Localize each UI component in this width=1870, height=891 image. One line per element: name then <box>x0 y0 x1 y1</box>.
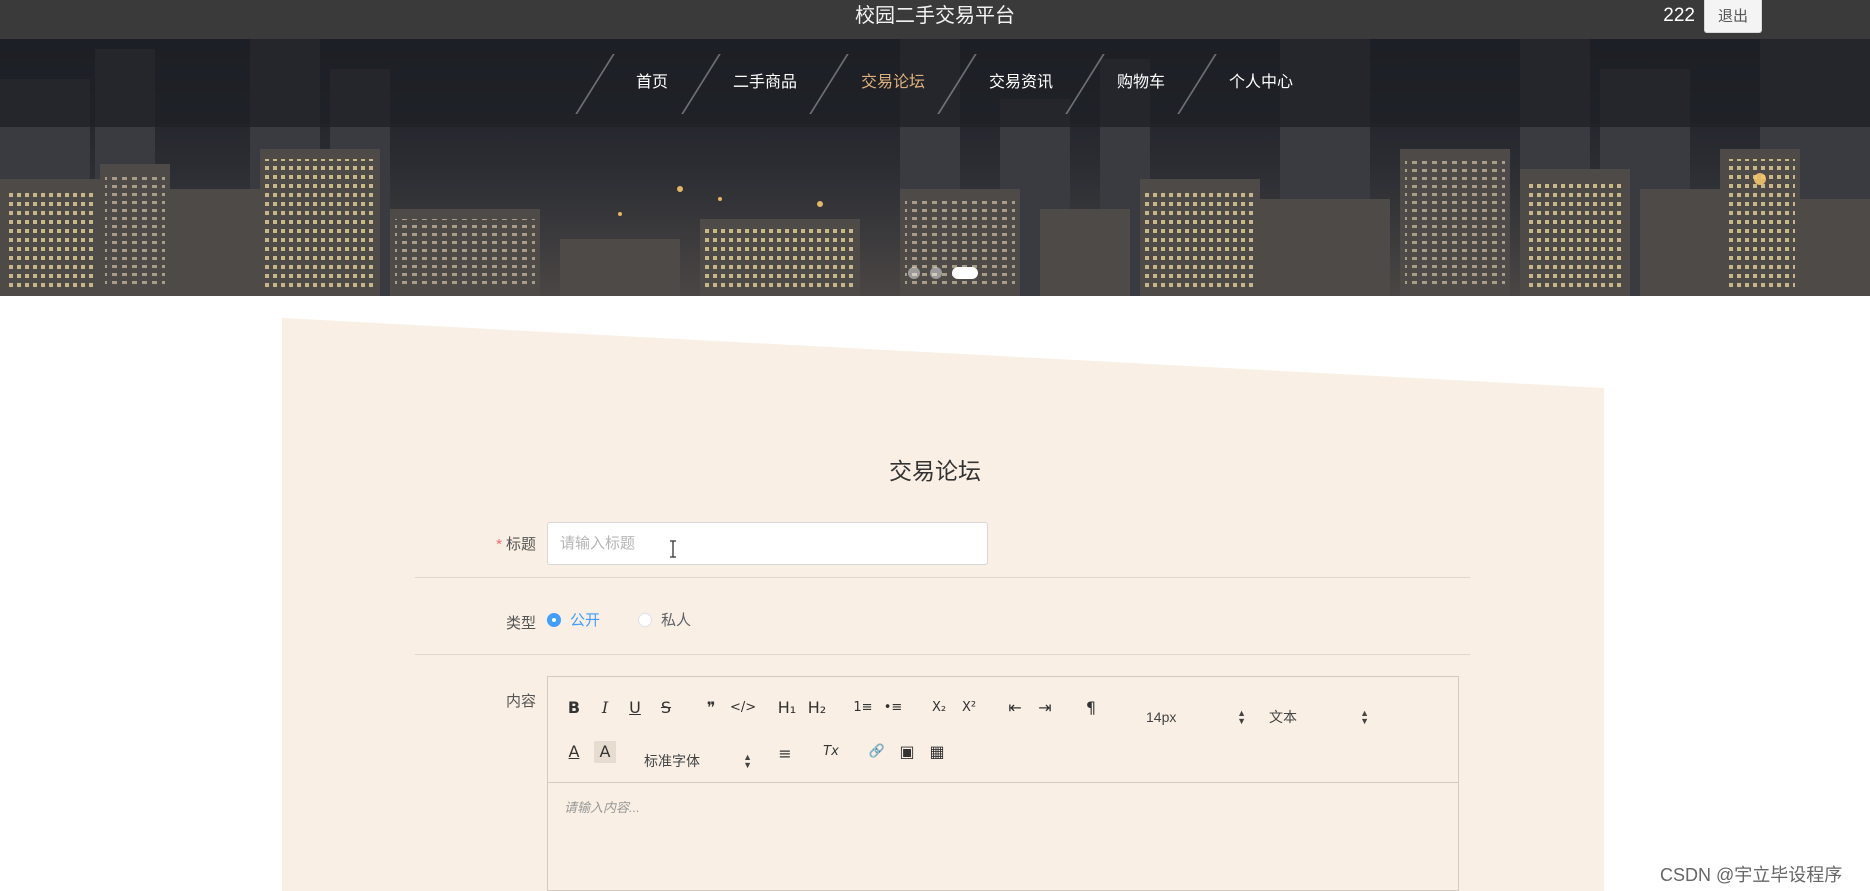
carousel-dot-3[interactable] <box>952 267 978 279</box>
video-icon[interactable]: ▦ <box>926 741 948 763</box>
rich-text-editor: B I U S ❞ </> H₁ H₂ 1≡ •≡ X₂ X² ⇤ ⇥ ¶ 14… <box>547 676 1459 891</box>
font-size-value: 14px <box>1146 709 1177 725</box>
nav-item-trading-news[interactable]: 交易资讯 <box>984 39 1058 127</box>
nav-divider <box>937 54 977 114</box>
indent-icon[interactable]: ⇥ <box>1034 697 1056 719</box>
nav-divider <box>575 54 615 114</box>
blockquote-icon[interactable]: ❞ <box>700 697 722 719</box>
heading-1-icon[interactable]: H₁ <box>776 697 798 719</box>
type-label: 类型 <box>505 615 536 632</box>
bullet-list-icon[interactable]: •≡ <box>882 697 904 719</box>
font-color-icon[interactable]: A <box>563 741 585 763</box>
radio-private[interactable]: 私人 <box>638 611 691 631</box>
underline-icon[interactable]: U <box>624 697 646 719</box>
nav-item-trading-forum[interactable]: 交易论坛 <box>856 39 930 127</box>
radio-public[interactable]: 公开 <box>547 611 600 631</box>
heading-2-icon[interactable]: H₂ <box>806 697 828 719</box>
title-input[interactable] <box>547 522 988 565</box>
background-color-icon[interactable]: A <box>594 741 616 763</box>
text-cursor-icon <box>670 540 676 558</box>
select-arrows-icon: ▲ ▼ <box>743 752 752 770</box>
nav-divider <box>1065 54 1105 114</box>
divider <box>415 654 1470 655</box>
header-picker[interactable]: 文本 ▲ ▼ <box>1269 705 1369 729</box>
select-arrows-icon: ▲ ▼ <box>1360 708 1369 726</box>
carousel-dot-1[interactable] <box>908 267 920 279</box>
nav-item-home[interactable]: 首页 <box>622 39 682 127</box>
link-icon[interactable]: 🔗 <box>866 741 888 763</box>
superscript-icon[interactable]: X² <box>958 697 980 719</box>
nav-item-cart[interactable]: 购物车 <box>1112 39 1170 127</box>
font-family-value: 标准字体 <box>644 753 700 769</box>
image-icon[interactable]: ▣ <box>896 741 918 763</box>
font-size-picker[interactable]: 14px ▲ ▼ <box>1146 705 1246 729</box>
main-nav: 首页 二手商品 交易论坛 交易资讯 购物车 个人中心 <box>0 39 1870 127</box>
logout-button[interactable]: 退出 <box>1704 0 1762 33</box>
clear-format-icon[interactable]: Tx <box>820 741 842 763</box>
site-title: 校园二手交易平台 <box>855 5 1015 27</box>
required-mark: * <box>496 536 502 553</box>
radio-unchecked-icon <box>638 613 652 627</box>
ordered-list-icon[interactable]: 1≡ <box>852 697 874 719</box>
content-label: 内容 <box>505 693 536 710</box>
header-value: 文本 <box>1269 709 1297 725</box>
title-label: * 标题 <box>496 536 536 553</box>
editor-toolbar: B I U S ❞ </> H₁ H₂ 1≡ •≡ X₂ X² ⇤ ⇥ ¶ 14… <box>548 677 1458 783</box>
subscript-icon[interactable]: X₂ <box>928 697 950 719</box>
outdent-icon[interactable]: ⇤ <box>1004 697 1026 719</box>
editor-content-area[interactable]: 请输入内容... <box>564 797 640 816</box>
top-bar: 校园二手交易平台 222 退出 <box>0 0 1870 39</box>
nav-item-second-hand-goods[interactable]: 二手商品 <box>728 39 802 127</box>
radio-checked-icon <box>547 613 561 627</box>
banner-carousel: 首页 二手商品 交易论坛 交易资讯 购物车 个人中心 <box>0 39 1870 296</box>
nav-divider <box>1177 54 1217 114</box>
nav-item-personal-center[interactable]: 个人中心 <box>1224 39 1298 127</box>
bold-icon[interactable]: B <box>563 697 585 719</box>
select-arrows-icon: ▲ ▼ <box>1237 708 1246 726</box>
italic-icon[interactable]: I <box>594 697 616 719</box>
divider <box>415 577 1470 578</box>
nav-divider <box>681 54 721 114</box>
strikethrough-icon[interactable]: S <box>655 697 677 719</box>
text-direction-icon[interactable]: ¶ <box>1080 697 1102 719</box>
font-family-picker[interactable]: 标准字体 ▲ ▼ <box>644 749 752 773</box>
code-block-icon[interactable]: </> <box>730 697 756 719</box>
username: 222 <box>1663 5 1695 26</box>
watermark: CSDN @宇立毕设程序 <box>1660 865 1843 885</box>
nav-divider <box>809 54 849 114</box>
carousel-dot-2[interactable] <box>930 267 942 279</box>
align-icon[interactable]: ≡ <box>774 743 796 765</box>
page-title: 交易论坛 <box>889 458 981 484</box>
